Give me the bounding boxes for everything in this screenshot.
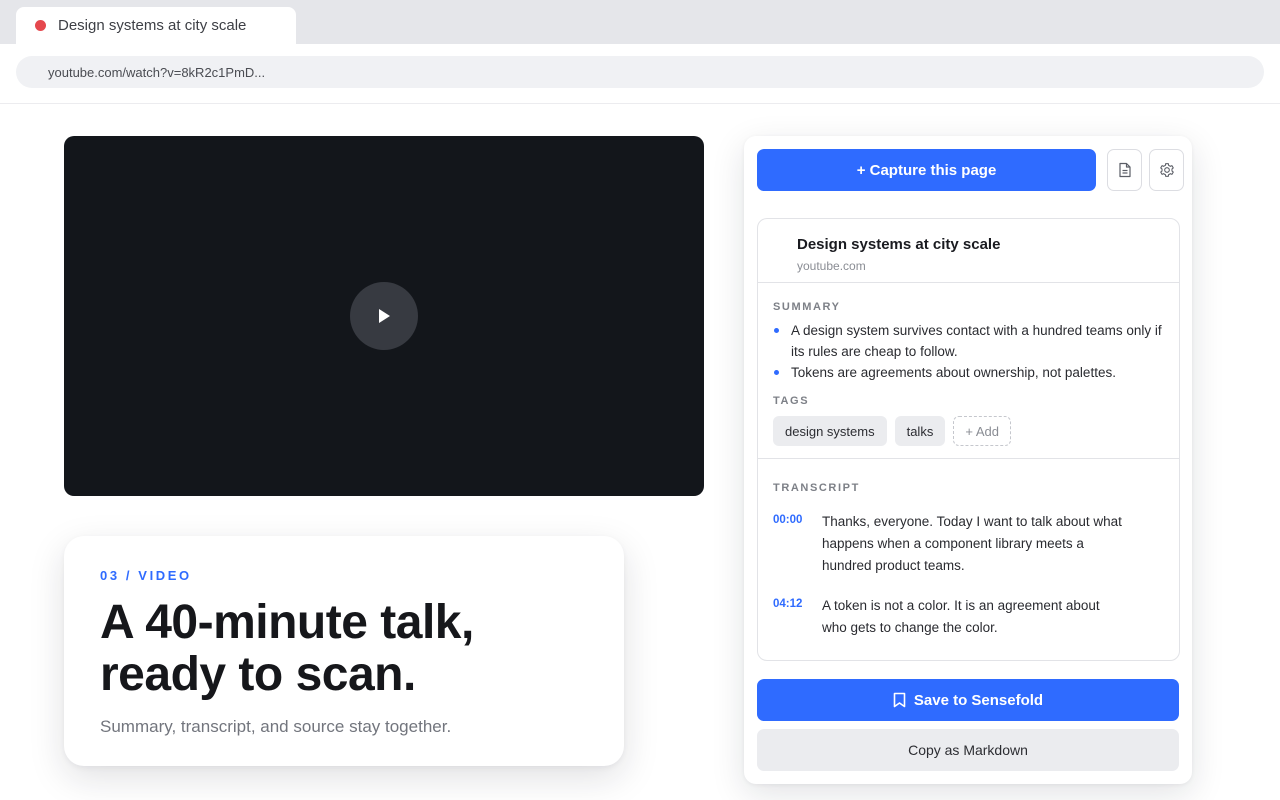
- source-domain: youtube.com: [797, 259, 866, 273]
- browser-tab[interactable]: Design systems at city scale: [16, 7, 296, 44]
- url-field[interactable]: youtube.com/watch?v=8kR2c1PmD...: [16, 56, 1264, 88]
- summary-item: A design system survives contact with a …: [773, 320, 1168, 362]
- recording-dot-icon: [35, 20, 46, 31]
- summary-item: Tokens are agreements about ownership, n…: [773, 362, 1168, 383]
- summary-list: A design system survives contact with a …: [773, 320, 1168, 383]
- section-divider: [758, 458, 1179, 459]
- transcript-entry: 00:00 Thanks, everyone. Today I want to …: [773, 511, 1168, 577]
- video-player[interactable]: [64, 136, 704, 496]
- transcript-text: A token is not a color. It is an agreeme…: [822, 598, 1100, 635]
- settings-button[interactable]: [1149, 149, 1184, 191]
- transcript-timestamp[interactable]: 00:00: [773, 511, 822, 577]
- copy-markdown-button[interactable]: Copy as Markdown: [757, 729, 1179, 771]
- transcript-text: Thanks, everyone. Today I want to talk a…: [822, 514, 1122, 573]
- eyebrow-label: 03 / VIDEO: [100, 568, 192, 583]
- headline-line-1: A 40-minute talk,: [100, 596, 474, 649]
- document-button[interactable]: [1107, 149, 1142, 191]
- transcript-entry: 04:12 A token is not a color. It is an a…: [773, 595, 1168, 639]
- document-icon: [1118, 162, 1131, 178]
- tab-bar: Design systems at city scale: [0, 0, 1280, 44]
- play-button[interactable]: [350, 282, 418, 350]
- bookmark-icon: [893, 692, 906, 708]
- tag-chip[interactable]: design systems: [773, 416, 887, 446]
- headline-line-2: ready to scan.: [100, 648, 416, 701]
- page-headline: A 40-minute talk, ready to scan.: [100, 597, 588, 701]
- gear-icon: [1159, 163, 1174, 177]
- capture-page-button[interactable]: + Capture this page: [757, 149, 1096, 191]
- summary-label: SUMMARY: [773, 301, 841, 313]
- tags-label: TAGS: [773, 395, 810, 407]
- source-title: Design systems at city scale: [797, 236, 1001, 253]
- transcript-label: TRANSCRIPT: [773, 482, 860, 494]
- tab-title: Design systems at city scale: [58, 17, 247, 34]
- tag-list: design systems talks + Add: [773, 416, 1011, 446]
- add-tag-button[interactable]: + Add: [953, 416, 1011, 446]
- hero-subtext: Summary, transcript, and source stay tog…: [100, 717, 452, 736]
- extension-panel: + Capture this page Design systems at ci…: [744, 136, 1192, 784]
- play-icon: [379, 309, 390, 323]
- hero-card: 03 / VIDEO A 40-minute talk, ready to sc…: [64, 536, 624, 766]
- save-button-label: Save to Sensefold: [913, 691, 1044, 709]
- save-button[interactable]: Save to Sensefold: [757, 679, 1179, 721]
- source-header: Design systems at city scale youtube.com: [758, 219, 1179, 283]
- tag-chip[interactable]: talks: [894, 416, 946, 446]
- transcript-timestamp[interactable]: 04:12: [773, 595, 822, 639]
- capture-card: Design systems at city scale youtube.com…: [757, 218, 1180, 661]
- address-bar: youtube.com/watch?v=8kR2c1PmD...: [0, 44, 1280, 104]
